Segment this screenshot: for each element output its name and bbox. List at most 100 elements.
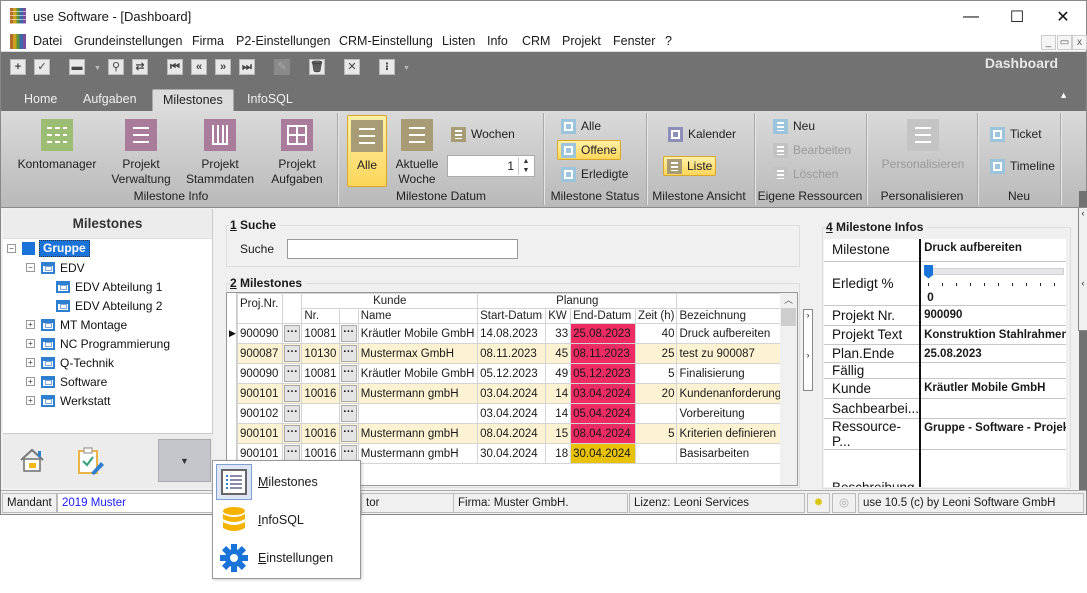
cell-kw[interactable]: 49	[545, 363, 572, 384]
kunde-lookup-button[interactable]: ···	[340, 385, 357, 402]
menu-p2-einstellungen[interactable]: P2-Einstellungen	[236, 34, 331, 48]
tab-milestones[interactable]: Milestones	[152, 89, 234, 111]
ressource-neu-button[interactable]: Neu	[770, 116, 818, 136]
collapse-ribbon-icon[interactable]: ▲	[1059, 90, 1068, 100]
add-icon[interactable]: +	[10, 59, 26, 75]
cell-start-datum[interactable]: 03.04.2024	[477, 403, 547, 424]
cell-zeit[interactable]: 40	[635, 323, 678, 344]
expand-icon[interactable]: +	[26, 320, 35, 329]
menu-info[interactable]: Info	[487, 34, 508, 48]
col-header-kunde-name[interactable]: Name	[357, 308, 479, 324]
cell-bezeichnung[interactable]: Kriterien definieren	[676, 423, 797, 444]
menu-grundeinstellungen[interactable]: Grundeinstellungen	[74, 34, 182, 48]
cell-start-datum[interactable]: 08.04.2024	[477, 423, 547, 444]
cell-end-datum[interactable]: 03.04.2024	[570, 383, 637, 404]
datum-alle-button[interactable]: Alle	[347, 115, 387, 187]
cell-bezeichnung[interactable]: Finalisierung	[676, 363, 797, 384]
cell-kunde-nr[interactable]: 10016	[301, 383, 340, 404]
proj-lookup-button[interactable]: ···	[284, 385, 301, 402]
cell-bezeichnung[interactable]: Kundenanforderungen	[676, 383, 797, 404]
cell-kunde-name[interactable]: Mustermann gmbH	[357, 383, 479, 404]
cell-kw[interactable]: 15	[545, 423, 572, 444]
cell-zeit[interactable]	[635, 443, 678, 464]
grid-vertical-scrollbar[interactable]: ︿	[780, 293, 797, 485]
cell-kunde-name[interactable]: Mustermax GmbH	[357, 343, 479, 364]
cell-kunde-nr[interactable]: 10130	[301, 343, 340, 364]
cell-proj-nr[interactable]: 900101	[236, 383, 284, 404]
menu-fenster[interactable]: Fenster	[613, 34, 655, 48]
tree-node[interactable]: EDV Abteilung 2	[41, 296, 162, 315]
cell-kunde-nr[interactable]: 10016	[301, 423, 340, 444]
wochen-spinner[interactable]: 1 ▲ ▼	[447, 155, 535, 177]
wochen-spinner-buttons[interactable]: ▲ ▼	[518, 157, 533, 175]
timeline-button[interactable]: Timeline	[987, 156, 1058, 176]
cell-kunde-name[interactable]: Kräutler Mobile GmbH	[357, 323, 479, 344]
home-icon[interactable]	[19, 448, 45, 472]
notification-light-icon[interactable]: ✹	[807, 493, 830, 513]
cell-end-datum[interactable]: 08.04.2024	[570, 423, 637, 444]
liste-button[interactable]: Liste	[663, 156, 717, 176]
expand-icon[interactable]: +	[26, 396, 35, 405]
cell-start-datum[interactable]: 03.04.2024	[477, 383, 547, 404]
splitter-collapse-left[interactable]: ‹ ‹	[1078, 207, 1087, 331]
cell-zeit[interactable]: 25	[635, 343, 678, 364]
cell-kw[interactable]: 14	[545, 383, 572, 404]
slider-track[interactable]	[926, 267, 1065, 275]
cell-kw[interactable]: 33	[545, 323, 572, 344]
splitter-collapse-right[interactable]: › ›	[803, 309, 813, 391]
kunde-lookup-button[interactable]: ···	[340, 425, 357, 442]
menu-projekt[interactable]: Projekt	[562, 34, 601, 48]
tree-node[interactable]: + Q-Technik	[26, 353, 114, 372]
popup-item-infosql[interactable]: InfoSQL	[216, 502, 357, 538]
close-button[interactable]: ✕	[1040, 3, 1086, 31]
cell-bezeichnung[interactable]: test zu 900087	[676, 343, 797, 364]
cell-start-datum[interactable]: 05.12.2023	[477, 363, 547, 384]
cell-end-datum[interactable]: 05.04.2024	[570, 403, 637, 424]
kunde-lookup-button[interactable]: ···	[340, 365, 357, 382]
cell-start-datum[interactable]: 30.04.2024	[477, 443, 547, 464]
projekt-verwaltung-button[interactable]: Projekt Verwaltung	[109, 115, 173, 187]
popup-item-milestones[interactable]: Milestones	[216, 464, 357, 500]
ticket-button[interactable]: Ticket	[987, 124, 1045, 144]
search-input[interactable]	[287, 239, 518, 259]
cancel-icon[interactable]: ✕	[344, 59, 360, 75]
delete-icon[interactable]: 🗑	[309, 59, 325, 75]
mdi-child-icon[interactable]	[10, 34, 26, 49]
nav-overflow-dropdown[interactable]: ▼	[158, 439, 211, 482]
kunde-lookup-button[interactable]: ···	[340, 325, 357, 342]
expand-icon[interactable]: +	[26, 358, 35, 367]
kunde-lookup-button[interactable]: ···	[340, 405, 357, 422]
col-header-proj-nr[interactable]: Proj.Nr.	[236, 293, 284, 324]
cell-zeit[interactable]: 20	[635, 383, 678, 404]
tree-node[interactable]: − Gruppe	[7, 239, 90, 258]
kunde-lookup-button[interactable]: ···	[340, 345, 357, 362]
col-header-start-datum[interactable]: Start-Datum	[477, 308, 547, 324]
mdi-close-button[interactable]: x	[1072, 35, 1087, 50]
cell-end-datum[interactable]: 25.08.2023	[570, 323, 637, 344]
tab-infosql[interactable]: InfoSQL	[237, 89, 303, 111]
kalender-button[interactable]: Kalender	[665, 124, 739, 144]
cell-end-datum[interactable]: 30.04.2024	[570, 443, 637, 464]
table-row[interactable]: 900087 ··· 10130 ··· Mustermax GmbH 08.11.202…	[236, 343, 797, 364]
menu-crm-einstellung[interactable]: CRM-Einstellung	[339, 34, 433, 48]
tree-node[interactable]: + NC Programmierung	[26, 334, 170, 353]
refresh-icon[interactable]: ⇄	[132, 59, 148, 75]
table-row[interactable]: 900090 ··· 10081 ··· Kräutler Mobile GmbH 05.…	[236, 363, 797, 384]
collapse-icon[interactable]: −	[7, 244, 16, 253]
scroll-up-icon[interactable]: ︿	[780, 293, 797, 307]
table-row[interactable]: 900101 ··· 10016 ··· Mustermann gmbH 08.04.20…	[236, 423, 797, 444]
scroll-thumb[interactable]	[781, 308, 796, 326]
menu-help[interactable]: ?	[665, 34, 672, 48]
mdi-restore-button[interactable]: ▭	[1057, 35, 1072, 50]
menu-crm[interactable]: CRM	[522, 34, 550, 48]
status-alle-button[interactable]: Alle	[558, 116, 604, 136]
cell-end-datum[interactable]: 05.12.2023	[570, 363, 637, 384]
proj-lookup-button[interactable]: ···	[284, 325, 301, 342]
menu-datei[interactable]: Datei	[33, 34, 62, 48]
mandant-value[interactable]: 2019 Muster	[57, 493, 215, 513]
cell-bezeichnung[interactable]: Vorbereitung	[676, 403, 797, 424]
menu-firma[interactable]: Firma	[192, 34, 224, 48]
proj-lookup-button[interactable]: ···	[284, 345, 301, 362]
tree-node[interactable]: + Werkstatt	[26, 391, 110, 410]
col-header-zeit[interactable]: Zeit (h)	[635, 308, 678, 324]
